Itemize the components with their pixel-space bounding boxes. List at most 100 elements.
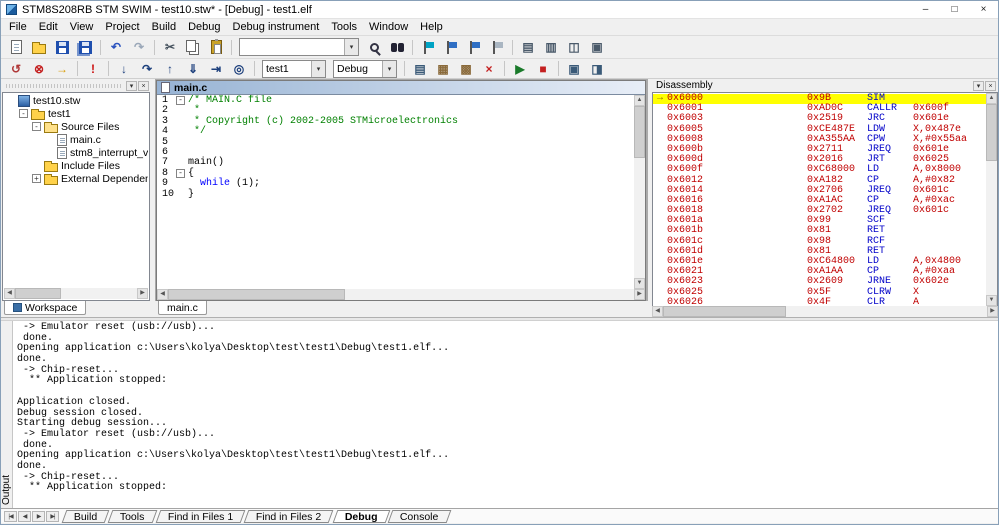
stop-program-button[interactable]: ⊗ xyxy=(28,59,50,78)
document-title-bar[interactable]: main.c xyxy=(157,81,645,95)
view-fullscreen-button[interactable]: ▣ xyxy=(586,38,608,57)
view-workspace-button[interactable]: ▤ xyxy=(517,38,539,57)
reset-chip-button[interactable]: ↺ xyxy=(5,59,27,78)
scrollbar-track[interactable] xyxy=(986,104,997,295)
menu-debug[interactable]: Debug xyxy=(182,20,226,34)
tree-item-stm8-interrupt-vector[interactable]: stm8_interrupt_vector xyxy=(4,146,148,159)
title-bar[interactable]: STM8S208RB STM SWIM - test10.stw* - [Deb… xyxy=(1,1,998,19)
scrollbar-track[interactable] xyxy=(663,306,987,317)
disassembly-vscrollbar[interactable]: ▲ ▼ xyxy=(986,93,997,306)
workspace-hscrollbar[interactable]: ◀ ▶ xyxy=(4,288,148,299)
chevron-down-icon[interactable]: ▾ xyxy=(382,61,396,77)
build-button[interactable]: ▦ xyxy=(432,59,454,78)
scroll-right-icon[interactable]: ▶ xyxy=(137,288,148,299)
scrollbar-track[interactable] xyxy=(634,106,645,278)
step-over-button[interactable]: ↷ xyxy=(136,59,158,78)
restart-button[interactable]: ! xyxy=(82,59,104,78)
tree-item-test10-stw[interactable]: test10.stw xyxy=(4,94,148,107)
collapse-icon[interactable]: - xyxy=(32,122,41,131)
code-line[interactable]: 7main() xyxy=(157,158,634,168)
start-debugging-button[interactable]: ▶ xyxy=(509,59,531,78)
close-icon[interactable]: × xyxy=(138,81,149,91)
minimize-button[interactable]: – xyxy=(911,1,940,18)
tab-debug[interactable]: Debug xyxy=(332,510,389,523)
menu-tools[interactable]: Tools xyxy=(325,20,363,34)
menu-build[interactable]: Build xyxy=(146,20,182,34)
new-file-button[interactable] xyxy=(5,38,27,57)
find-combo[interactable]: ▾ xyxy=(239,38,359,56)
tree-item-main-c[interactable]: main.c xyxy=(4,133,148,146)
find-in-files-button[interactable] xyxy=(386,38,408,57)
scrollbar-track[interactable] xyxy=(15,288,137,299)
tab-workspace[interactable]: Workspace xyxy=(4,301,86,315)
run-to-cursor-button[interactable]: ⇥ xyxy=(205,59,227,78)
clear-bookmarks-button[interactable] xyxy=(486,38,508,57)
scroll-right-icon[interactable]: ▶ xyxy=(987,306,998,317)
scroll-up-icon[interactable]: ▲ xyxy=(634,95,645,106)
save-all-button[interactable] xyxy=(74,38,96,57)
scrollbar-thumb[interactable] xyxy=(634,106,645,158)
tab-console[interactable]: Console xyxy=(388,510,451,523)
save-button[interactable] xyxy=(51,38,73,57)
maximize-button[interactable]: □ xyxy=(940,1,969,18)
scrollbar-track[interactable] xyxy=(168,289,634,300)
scrollbar-thumb[interactable] xyxy=(663,306,786,317)
tree-item-include-files[interactable]: Include Files xyxy=(4,159,148,172)
code-line[interactable]: 1-/* MAIN.C file xyxy=(157,96,634,106)
menu-window[interactable]: Window xyxy=(363,20,414,34)
redo-button[interactable]: ↷ xyxy=(128,38,150,57)
step-instruction-button[interactable]: ⇓ xyxy=(182,59,204,78)
editor-vscrollbar[interactable]: ▲ ▼ xyxy=(634,95,645,289)
disassembly-hscrollbar[interactable]: ◀ ▶ xyxy=(652,306,998,317)
compile-button[interactable]: ▤ xyxy=(409,59,431,78)
disassembly-row[interactable]: 0x60260x4FCLRA xyxy=(653,298,986,306)
fold-collapse-icon[interactable]: - xyxy=(176,96,185,105)
scroll-first-tab-button[interactable]: |◀ xyxy=(4,511,17,522)
toggle-bookmark-button[interactable] xyxy=(417,38,439,57)
tab-find-in-files-1[interactable]: Find in Files 1 xyxy=(156,510,246,523)
scrollbar-thumb[interactable] xyxy=(168,289,345,300)
scroll-prev-tab-button[interactable]: ◀ xyxy=(18,511,31,522)
tree-item-test1[interactable]: -test1 xyxy=(4,107,148,120)
code-line[interactable]: 3 * Copyright (c) 2002-2005 STMicroelect… xyxy=(157,117,634,127)
copy-button[interactable] xyxy=(182,38,204,57)
code-editor[interactable]: 1-/* MAIN.C file2 *3 * Copyright (c) 200… xyxy=(157,95,634,289)
expand-icon[interactable]: + xyxy=(32,174,41,183)
mcu-configuration-button[interactable]: ▣ xyxy=(563,59,585,78)
chevron-down-icon[interactable]: ▾ xyxy=(344,39,358,55)
scroll-down-icon[interactable]: ▼ xyxy=(986,295,997,306)
scrollbar-thumb[interactable] xyxy=(986,104,997,161)
close-icon[interactable]: × xyxy=(985,81,996,91)
open-file-button[interactable] xyxy=(28,38,50,57)
workspace-panel-header[interactable]: ▾ × xyxy=(1,79,151,92)
panel-menu-icon[interactable]: ▾ xyxy=(126,81,137,91)
previous-bookmark-button[interactable] xyxy=(440,38,462,57)
scroll-last-tab-button[interactable]: ▶| xyxy=(46,511,59,522)
scroll-left-icon[interactable]: ◀ xyxy=(157,289,168,300)
tab-tools[interactable]: Tools xyxy=(108,510,157,523)
find-button[interactable] xyxy=(363,38,385,57)
view-docking-button[interactable]: ◫ xyxy=(563,38,585,57)
cut-button[interactable]: ✂ xyxy=(159,38,181,57)
menu-debug-instrument[interactable]: Debug instrument xyxy=(227,20,326,34)
panel-menu-icon[interactable]: ▾ xyxy=(973,81,984,91)
code-line[interactable]: 9 while (1); xyxy=(157,179,634,189)
code-line[interactable]: 6 xyxy=(157,148,634,158)
menu-view[interactable]: View xyxy=(64,20,100,34)
code-line[interactable]: 10} xyxy=(157,190,634,200)
step-into-button[interactable]: ↓ xyxy=(113,59,135,78)
scroll-next-tab-button[interactable]: ▶ xyxy=(32,511,45,522)
paste-button[interactable] xyxy=(205,38,227,57)
step-out-button[interactable]: ↑ xyxy=(159,59,181,78)
next-bookmark-button[interactable] xyxy=(463,38,485,57)
tree-item-source-files[interactable]: -Source Files xyxy=(4,120,148,133)
scrollbar-thumb[interactable] xyxy=(15,288,61,299)
scroll-right-icon[interactable]: ▶ xyxy=(634,289,645,300)
debug-instrument-settings-button[interactable]: ◨ xyxy=(586,59,608,78)
menu-project[interactable]: Project xyxy=(99,20,145,34)
menu-file[interactable]: File xyxy=(3,20,33,34)
editor-hscrollbar[interactable]: ◀ ▶ xyxy=(157,289,645,300)
scroll-left-icon[interactable]: ◀ xyxy=(4,288,15,299)
code-line[interactable]: 5 xyxy=(157,138,634,148)
scroll-up-icon[interactable]: ▲ xyxy=(986,93,997,104)
